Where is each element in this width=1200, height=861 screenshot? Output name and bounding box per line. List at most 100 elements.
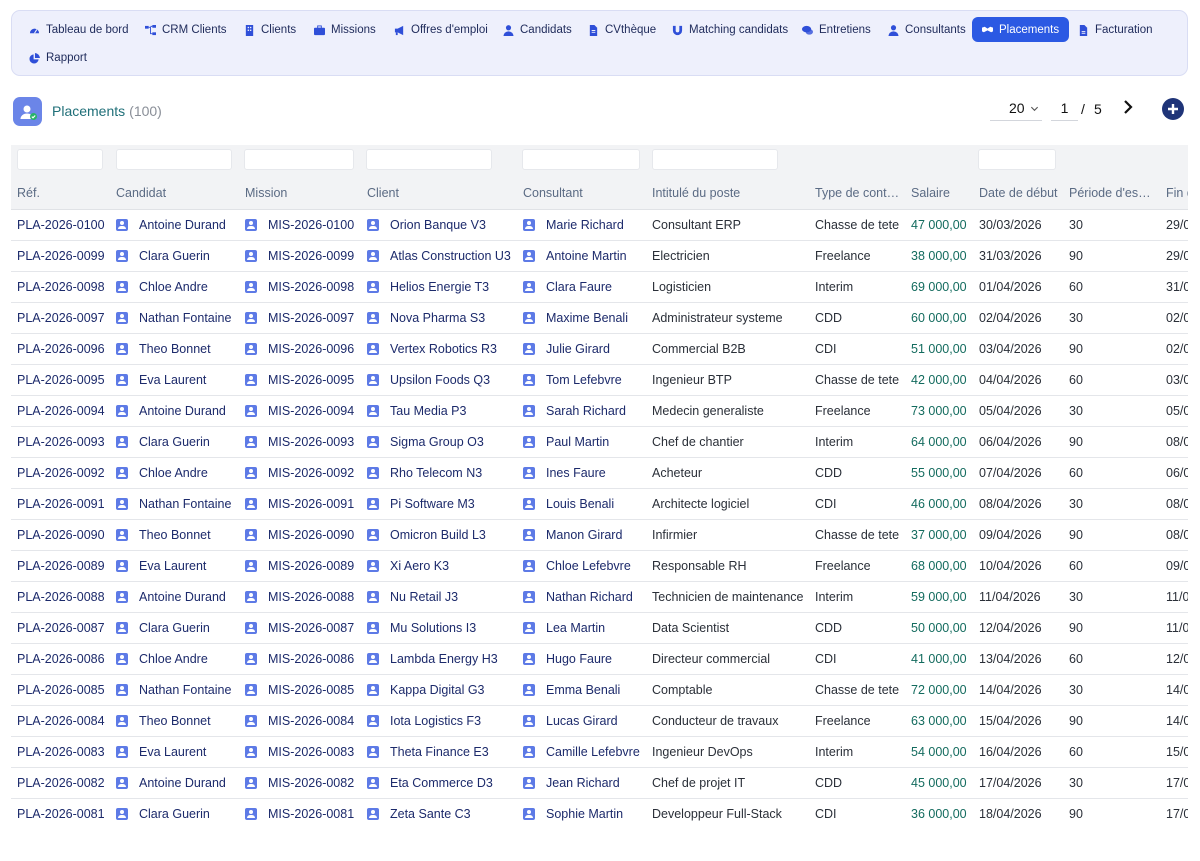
cell-ref[interactable]: PLA-2026-0100 <box>17 218 113 232</box>
cell-candidat[interactable]: Nathan Fontaine <box>116 311 238 325</box>
nav-item-rapport[interactable]: Rapport <box>21 46 95 70</box>
next-page-button[interactable] <box>1119 98 1137 116</box>
column-header-ref[interactable]: Réf. <box>17 186 107 200</box>
cell-candidat[interactable]: Nathan Fontaine <box>116 683 238 697</box>
column-header-intitule[interactable]: Intitulé du poste <box>652 186 802 200</box>
cell-mission[interactable]: MIS-2026-0096 <box>245 342 365 356</box>
table-row[interactable]: PLA-2026-0085 Nathan Fontaine MIS-2026-008… <box>11 675 1188 706</box>
cell-consultant[interactable]: Sarah Richard <box>523 404 651 418</box>
filter-input-intitule[interactable] <box>652 149 778 170</box>
cell-candidat[interactable]: Theo Bonnet <box>116 528 238 542</box>
cell-candidat[interactable]: Antoine Durand <box>116 590 238 604</box>
filter-input-consultant[interactable] <box>522 149 640 170</box>
column-header-candidat[interactable]: Candidat <box>116 186 236 200</box>
nav-item-tableau-de-bord[interactable]: Tableau de bord <box>21 18 136 42</box>
cell-client[interactable]: Omicron Build L3 <box>367 528 517 542</box>
cell-client[interactable]: Xi Aero K3 <box>367 559 517 573</box>
nav-item-missions[interactable]: Missions <box>306 18 384 42</box>
table-row[interactable]: PLA-2026-0081 Clara Guerin MIS-2026-0081 Ze… <box>11 799 1188 828</box>
filter-input-candidat[interactable] <box>116 149 232 170</box>
cell-consultant[interactable]: Antoine Martin <box>523 249 651 263</box>
cell-client[interactable]: Kappa Digital G3 <box>367 683 517 697</box>
nav-item-placements[interactable]: Placements <box>972 17 1070 42</box>
cell-consultant[interactable]: Chloe Lefebvre <box>523 559 651 573</box>
cell-client[interactable]: Zeta Sante C3 <box>367 807 517 821</box>
cell-candidat[interactable]: Clara Guerin <box>116 249 238 263</box>
cell-client[interactable]: Atlas Construction U3 <box>367 249 517 263</box>
cell-candidat[interactable]: Eva Laurent <box>116 745 238 759</box>
cell-mission[interactable]: MIS-2026-0085 <box>245 683 365 697</box>
cell-mission[interactable]: MIS-2026-0089 <box>245 559 365 573</box>
cell-ref[interactable]: PLA-2026-0095 <box>17 373 113 387</box>
column-header-date-debut[interactable]: Date de début <box>979 186 1067 200</box>
cell-candidat[interactable]: Clara Guerin <box>116 621 238 635</box>
cell-ref[interactable]: PLA-2026-0094 <box>17 404 113 418</box>
table-row[interactable]: PLA-2026-0083 Eva Laurent MIS-2026-0083 The… <box>11 737 1188 768</box>
cell-mission[interactable]: MIS-2026-0095 <box>245 373 365 387</box>
cell-consultant[interactable]: Julie Girard <box>523 342 651 356</box>
cell-ref[interactable]: PLA-2026-0085 <box>17 683 113 697</box>
table-row[interactable]: PLA-2026-0100 Antoine Durand MIS-2026-0100… <box>11 210 1188 241</box>
filter-input-client[interactable] <box>366 149 492 170</box>
cell-mission[interactable]: MIS-2026-0091 <box>245 497 365 511</box>
cell-ref[interactable]: PLA-2026-0098 <box>17 280 113 294</box>
table-row[interactable]: PLA-2026-0092 Chloe Andre MIS-2026-0092 Rho… <box>11 458 1188 489</box>
cell-consultant[interactable]: Maxime Benali <box>523 311 651 325</box>
table-row[interactable]: PLA-2026-0098 Chloe Andre MIS-2026-0098 Hel… <box>11 272 1188 303</box>
table-row[interactable]: PLA-2026-0089 Eva Laurent MIS-2026-0089 Xi … <box>11 551 1188 582</box>
cell-consultant[interactable]: Lea Martin <box>523 621 651 635</box>
table-row[interactable]: PLA-2026-0099 Clara Guerin MIS-2026-0099 At… <box>11 241 1188 272</box>
table-row[interactable]: PLA-2026-0096 Theo Bonnet MIS-2026-0096 Ver… <box>11 334 1188 365</box>
filter-input-date-debut[interactable] <box>978 149 1056 170</box>
cell-mission[interactable]: MIS-2026-0098 <box>245 280 365 294</box>
cell-client[interactable]: Nova Pharma S3 <box>367 311 517 325</box>
cell-client[interactable]: Mu Solutions I3 <box>367 621 517 635</box>
cell-ref[interactable]: PLA-2026-0093 <box>17 435 113 449</box>
cell-client[interactable]: Vertex Robotics R3 <box>367 342 517 356</box>
table-row[interactable]: PLA-2026-0086 Chloe Andre MIS-2026-0086 Lam… <box>11 644 1188 675</box>
cell-client[interactable]: Iota Logistics F3 <box>367 714 517 728</box>
table-row[interactable]: PLA-2026-0084 Theo Bonnet MIS-2026-0084 Iot… <box>11 706 1188 737</box>
cell-client[interactable]: Orion Banque V3 <box>367 218 517 232</box>
column-header-client[interactable]: Client <box>367 186 507 200</box>
add-placement-button[interactable] <box>1162 98 1184 120</box>
cell-mission[interactable]: MIS-2026-0099 <box>245 249 365 263</box>
cell-candidat[interactable]: Theo Bonnet <box>116 714 238 728</box>
cell-mission[interactable]: MIS-2026-0086 <box>245 652 365 666</box>
cell-mission[interactable]: MIS-2026-0088 <box>245 590 365 604</box>
table-row[interactable]: PLA-2026-0087 Clara Guerin MIS-2026-0087 Mu… <box>11 613 1188 644</box>
cell-candidat[interactable]: Clara Guerin <box>116 435 238 449</box>
cell-candidat[interactable]: Chloe Andre <box>116 652 238 666</box>
table-row[interactable]: PLA-2026-0093 Clara Guerin MIS-2026-0093 Si… <box>11 427 1188 458</box>
cell-consultant[interactable]: Tom Lefebvre <box>523 373 651 387</box>
cell-candidat[interactable]: Chloe Andre <box>116 280 238 294</box>
cell-client[interactable]: Upsilon Foods Q3 <box>367 373 517 387</box>
nav-item-entretiens[interactable]: Entretiens <box>794 18 879 42</box>
cell-consultant[interactable]: Sophie Martin <box>523 807 651 821</box>
table-row[interactable]: PLA-2026-0090 Theo Bonnet MIS-2026-0090 Omi… <box>11 520 1188 551</box>
column-header-mission[interactable]: Mission <box>245 186 355 200</box>
cell-candidat[interactable]: Antoine Durand <box>116 776 238 790</box>
cell-consultant[interactable]: Manon Girard <box>523 528 651 542</box>
cell-client[interactable]: Nu Retail J3 <box>367 590 517 604</box>
cell-ref[interactable]: PLA-2026-0096 <box>17 342 113 356</box>
cell-candidat[interactable]: Clara Guerin <box>116 807 238 821</box>
cell-client[interactable]: Sigma Group O3 <box>367 435 517 449</box>
cell-consultant[interactable]: Emma Benali <box>523 683 651 697</box>
cell-ref[interactable]: PLA-2026-0091 <box>17 497 113 511</box>
cell-mission[interactable]: MIS-2026-0084 <box>245 714 365 728</box>
column-header-fin[interactable]: Fin d… <box>1166 186 1188 200</box>
cell-mission[interactable]: MIS-2026-0087 <box>245 621 365 635</box>
table-row[interactable]: PLA-2026-0088 Antoine Durand MIS-2026-0088… <box>11 582 1188 613</box>
cell-ref[interactable]: PLA-2026-0089 <box>17 559 113 573</box>
page-size-select[interactable]: 20 <box>990 96 1042 121</box>
table-row[interactable]: PLA-2026-0095 Eva Laurent MIS-2026-0095 Ups… <box>11 365 1188 396</box>
cell-ref[interactable]: PLA-2026-0083 <box>17 745 113 759</box>
nav-item-clients[interactable]: Clients <box>236 18 304 42</box>
cell-client[interactable]: Theta Finance E3 <box>367 745 517 759</box>
cell-candidat[interactable]: Theo Bonnet <box>116 342 238 356</box>
cell-ref[interactable]: PLA-2026-0084 <box>17 714 113 728</box>
cell-mission[interactable]: MIS-2026-0092 <box>245 466 365 480</box>
nav-item-consultants[interactable]: Consultants <box>880 18 974 42</box>
cell-ref[interactable]: PLA-2026-0087 <box>17 621 113 635</box>
